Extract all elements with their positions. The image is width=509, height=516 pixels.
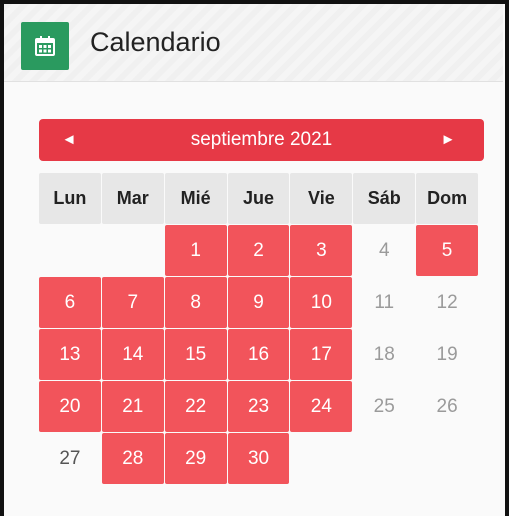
calendar-week-row: 27 28 29 30 [39,433,479,485]
month-label: septiembre 2021 [190,129,333,150]
available-day-cell[interactable]: 20 [39,381,101,432]
calendar-week-row: 13 14 15 16 17 18 19 [39,329,479,381]
available-day-cell[interactable]: 13 [39,329,101,380]
unavailable-day-cell: 4 [378,239,390,261]
calendar-icon [21,22,69,70]
weekday-header: Lun [39,173,101,224]
unavailable-day-cell: 18 [373,343,395,365]
available-day-cell[interactable]: 24 [290,381,353,432]
weekday-header: Vie [290,173,353,224]
available-day-cell[interactable]: 7 [101,277,164,328]
weekday-header: Mié [164,173,227,224]
available-day-cell[interactable]: 28 [101,433,164,484]
weekday-header: Mar [101,173,164,224]
unavailable-day-cell: 12 [436,291,458,313]
available-day-cell[interactable]: 2 [227,225,290,276]
available-day-cell[interactable]: 22 [164,381,227,432]
weekday-header: Sáb [353,173,416,224]
weekday-header: Jue [227,173,290,224]
calendar-panel: ◄ septiembre 2021 ► Lun Mar Mié Jue Vie … [4,82,503,516]
available-day-cell[interactable]: 5 [416,225,479,276]
calendar-week-row: 123 4 5 [39,225,479,277]
page-title: Calendario [90,27,221,57]
empty-day-cell [290,433,352,484]
month-navigation-bar: ◄ septiembre 2021 ► [39,119,484,161]
empty-day-cell [102,225,164,276]
unavailable-day-cell: 25 [373,395,395,417]
weekday-header-row: Lun Mar Mié Jue Vie Sáb Dom [39,173,479,225]
unavailable-day-cell: 11 [374,291,395,313]
calendar-week-row: 20 21 22 23 24 25 26 [39,381,479,433]
available-day-cell[interactable]: 14 [101,329,164,380]
calendar-week-row: 6 7 8 9 10 11 12 [39,277,479,329]
weekday-header: Dom [416,173,479,224]
available-day-cell[interactable]: 10 [290,277,353,328]
available-day-cell[interactable]: 8 [164,277,227,328]
empty-day-cell [416,433,478,484]
available-day-cell[interactable]: 23 [227,381,290,432]
calendar-weeks: 1 2 3 4 5 6 7 8 9 10 11 12 13 14 15 16 17 18 19 20 21 22 23 24 2… [39,225,479,485]
empty-day-cell [39,225,101,276]
unavailable-day-cell: 27 [59,447,81,469]
calendar-grid: Lun Mar Mié Jue Vie Sáb Dom 1 2 3 4 5 6 7 8 9 10 1… [39,173,479,485]
available-day-cell[interactable]: 29 [164,433,227,484]
page-header: Calendario [4,4,503,82]
available-day-cell[interactable]: 15 [164,329,227,380]
unavailable-day-cell: 19 [436,343,458,365]
available-day-cell[interactable]: 21 [101,381,164,432]
available-day-cell[interactable]: 1 [164,225,227,276]
next-month-button[interactable]: ► [428,119,468,161]
empty-day-cell [353,433,415,484]
available-day-cell[interactable]: 16 [227,329,290,380]
available-day-cell[interactable]: 17 [290,329,353,380]
unavailable-day-cell: 26 [436,395,458,417]
available-day-cell[interactable]: 30 [227,433,290,484]
available-day-cell[interactable]: 9 [227,277,290,328]
available-day-cell[interactable]: 3 [290,225,353,276]
available-day-cell[interactable]: 6 [39,277,101,328]
